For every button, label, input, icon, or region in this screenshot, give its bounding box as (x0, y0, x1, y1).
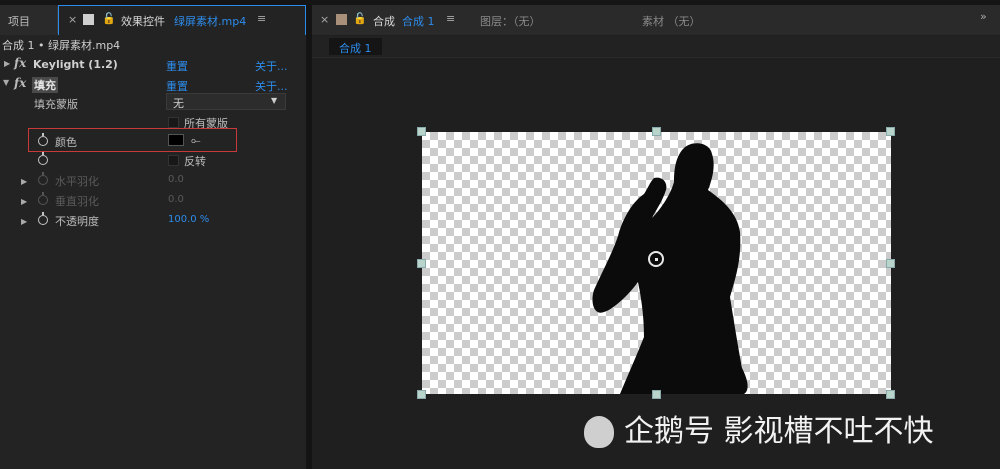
opacity-value[interactable]: 100.0 % (168, 214, 209, 225)
panel-menu-icon[interactable]: ≡ (257, 12, 266, 25)
right-panel: × 🔓 合成 合成 1 ≡ 图层：（无） 素材 （无） » 合成 1 企鹅号 影… (312, 5, 1000, 469)
comp-tab-swatch-icon (336, 14, 347, 25)
chevron-down-icon: ▼ (271, 96, 278, 105)
v-feather-value[interactable]: 0.0 (168, 194, 184, 205)
comp-subtab-bar (312, 36, 1000, 58)
anchor-point-center (655, 258, 658, 261)
handle-middle-left[interactable] (417, 259, 426, 268)
collapse-fill-icon[interactable]: ▼ (3, 78, 9, 87)
lock-icon[interactable]: 🔓 (102, 12, 116, 25)
handle-top-right[interactable] (886, 127, 895, 136)
effect-tab-swatch-icon (83, 14, 94, 25)
fill-mask-dropdown[interactable]: 无 ▼ (166, 93, 286, 110)
close-icon[interactable]: × (68, 13, 77, 26)
keylight-about-link[interactable]: 关于... (255, 58, 288, 74)
tab-effect-label: 效果控件 (121, 15, 165, 28)
comp-panel-menu-icon[interactable]: ≡ (446, 12, 455, 25)
stopwatch-h-feather-icon[interactable] (38, 172, 48, 185)
stopwatch-invert-icon[interactable] (38, 152, 48, 165)
handle-bottom-center[interactable] (652, 390, 661, 399)
invert-label: 反转 (184, 155, 206, 168)
invert-checkbox[interactable] (168, 155, 179, 166)
all-masks-checkbox[interactable] (168, 117, 179, 128)
handle-middle-right[interactable] (886, 259, 895, 268)
footage-tab[interactable]: 素材 （无） (642, 13, 701, 29)
layer-tab[interactable]: 图层：（无） (480, 13, 541, 29)
fill-mask-label: 填充蒙版 (34, 98, 78, 111)
handle-top-left[interactable] (417, 127, 426, 136)
left-panel: 项目 × 🔓 效果控件 绿屏素材.mp4 ≡ 合成 1 • 绿屏素材.mp4 ▶… (0, 5, 306, 469)
handle-top-center[interactable] (652, 127, 661, 136)
breadcrumb: 合成 1 • 绿屏素材.mp4 (2, 39, 121, 52)
stopwatch-color-icon[interactable] (38, 133, 48, 146)
eyedropper-icon[interactable]: ⟜ (191, 133, 201, 148)
comp-canvas[interactable] (422, 132, 891, 394)
tab-project[interactable]: 项目 (8, 13, 30, 29)
color-swatch[interactable] (168, 134, 184, 146)
expand-opacity-icon[interactable]: ▶ (21, 217, 27, 226)
tab-comp-label[interactable]: 合成 (373, 13, 395, 29)
h-feather-label: 水平羽化 (55, 175, 99, 188)
fill-mask-value: 无 (173, 97, 184, 110)
expand-h-feather-icon[interactable]: ▶ (21, 177, 27, 186)
fx-fill-icon[interactable]: fx (14, 76, 26, 90)
v-feather-label: 垂直羽化 (55, 195, 99, 208)
expand-keylight-icon[interactable]: ▶ (4, 59, 10, 68)
watermark-text: 企鹅号 影视槽不吐不快 (624, 414, 934, 449)
effect-fill-name[interactable]: 填充 (32, 77, 58, 93)
expand-v-feather-icon[interactable]: ▶ (21, 197, 27, 206)
fx-keylight-icon[interactable]: fx (14, 56, 26, 70)
anchor-point-icon[interactable] (648, 251, 664, 267)
tab-comp-name[interactable]: 合成 1 (402, 13, 435, 29)
fill-reset-link[interactable]: 重置 (166, 78, 188, 94)
effect-keylight-name: Keylight (1.2) (33, 58, 118, 71)
color-label: 颜色 (55, 136, 77, 149)
tab-effect-file[interactable]: 绿屏素材.mp4 (174, 13, 246, 29)
handle-bottom-right[interactable] (886, 390, 895, 399)
opacity-label: 不透明度 (55, 215, 99, 228)
h-feather-value[interactable]: 0.0 (168, 174, 184, 185)
keylight-reset-link[interactable]: 重置 (166, 58, 188, 74)
close-comp-icon[interactable]: × (320, 13, 329, 26)
stopwatch-v-feather-icon[interactable] (38, 192, 48, 205)
fill-about-link[interactable]: 关于... (255, 78, 288, 94)
expand-panel-icon[interactable]: » (980, 10, 987, 23)
comp-subtab[interactable]: 合成 1 (329, 38, 382, 55)
stopwatch-opacity-icon[interactable] (38, 212, 48, 225)
comp-lock-icon[interactable]: 🔓 (353, 12, 367, 25)
tab-effect-controls[interactable]: × 🔓 效果控件 绿屏素材.mp4 ≡ (58, 5, 306, 35)
handle-bottom-left[interactable] (417, 390, 426, 399)
penguin-logo-icon (584, 416, 614, 448)
